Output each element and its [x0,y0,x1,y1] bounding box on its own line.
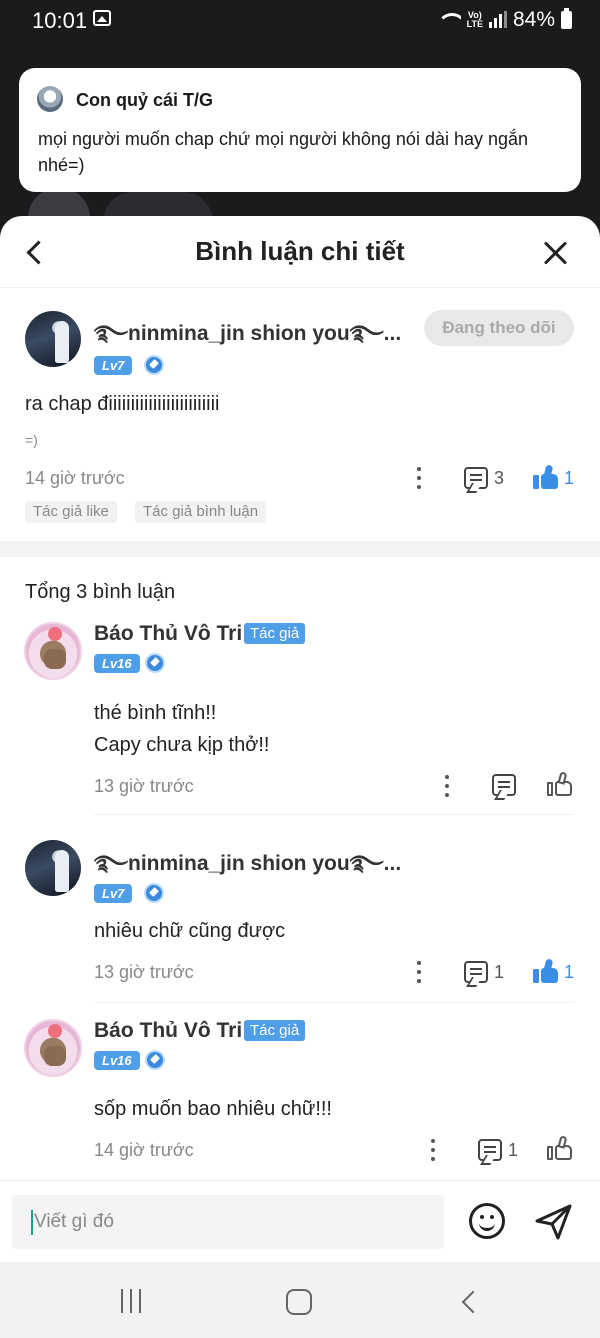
notification-title: Con quỷ cái T/G [76,90,214,110]
like-count: 1 [564,962,575,982]
level-badge: Lv16 [94,654,140,673]
avatar[interactable] [25,311,81,367]
comment-detail-sheet: Bình luận chi tiết ࿐ninmina_jin shion yo… [0,216,600,1262]
replies-header: Tổng 3 bình luận [25,581,176,603]
status-bar: 10:01 Vo) LTE 84% [0,0,600,40]
section-divider [0,541,600,557]
reply-separator [94,1002,574,1003]
author-badge: Tác giả [244,1020,306,1041]
heads-up-notification[interactable]: Con quỷ cái T/G mọi người muốn chap chứ … [19,68,581,192]
like-icon[interactable] [533,464,559,489]
reply-icon[interactable] [464,467,488,489]
more-options-icon[interactable] [416,466,422,490]
username[interactable]: Báo Thủ Vô Tri [94,1019,242,1043]
reply-text: sốp muốn bao nhiêu chữ!!! [94,1098,332,1120]
input-placeholder: Viết gì đó [34,1211,114,1232]
avatar[interactable] [24,1019,82,1077]
username[interactable]: ࿐ninmina_jin shion you࿐... [94,310,401,369]
status-indicators: Vo) LTE 84% [436,8,572,32]
status-time: 10:01 [32,8,88,33]
level-badge: Lv7 [94,884,133,903]
verified-icon [144,883,164,903]
level-badge: Lv7 [94,356,133,375]
comment-text: ra chap điiiiiiiiiiiiiiiiiiiiiiiii [25,393,220,415]
reply-icon[interactable] [478,1139,502,1161]
reply-icon[interactable] [464,961,488,983]
battery-icon [561,8,572,29]
reply-time: 14 giờ trước [94,1140,194,1160]
more-options-icon[interactable] [444,774,450,798]
close-button[interactable] [540,238,570,268]
background-avatar [28,188,90,218]
like-icon[interactable] [533,958,559,983]
text-cursor [31,1210,33,1235]
reply-separator [94,814,574,815]
username[interactable]: ࿐ninmina_jin shion you࿐... [94,840,401,899]
recent-apps-icon[interactable] [118,1289,144,1313]
system-navigation-bar [0,1262,600,1338]
volte-indicator: Vo) LTE [466,10,483,29]
comment-input-bar: Viết gì đó [0,1180,600,1262]
level-badge: Lv16 [94,1051,140,1070]
emoji-icon[interactable] [469,1203,505,1239]
comment-time: 14 giờ trước [25,468,125,488]
reply-text: nhiêu chữ cũng được [94,920,286,942]
like-count: 1 [564,468,575,488]
reply-text: thé bình tĩnh!! [94,702,217,724]
wifi-icon [436,11,461,29]
notification-avatar [37,86,63,112]
verified-icon [145,1050,165,1070]
more-options-icon[interactable] [430,1138,436,1162]
author-commented-tag: Tác giả bình luận [135,501,267,523]
signal-icon [488,11,507,28]
following-button[interactable]: Đang theo dõi [424,310,574,346]
reply-icon[interactable] [492,774,516,796]
verified-icon [145,653,165,673]
comment-input[interactable]: Viết gì đó [12,1195,444,1249]
notification-text: mọi người muốn chap chứ mọi người không … [38,129,529,175]
send-icon[interactable] [534,1203,574,1241]
avatar[interactable] [24,622,82,680]
reply-time: 13 giờ trước [94,776,194,796]
like-icon[interactable] [547,771,573,796]
username[interactable]: Báo Thủ Vô Tri [94,622,242,646]
author-badge: Tác giả [244,623,306,644]
reply-time: 13 giờ trước [94,962,194,982]
like-icon[interactable] [547,1135,573,1160]
comment-subtext: =) [25,432,38,448]
home-icon[interactable] [286,1289,312,1315]
sheet-header: Bình luận chi tiết [0,216,600,288]
sheet-title: Bình luận chi tiết [195,236,405,266]
verified-icon [144,355,164,375]
reply-text: Capy chưa kịp thở!! [94,734,270,756]
reply-count: 1 [494,962,505,982]
reply-count: 3 [494,468,505,488]
author-liked-tag: Tác giả like [25,501,117,523]
reply-count: 1 [508,1140,519,1160]
avatar[interactable] [25,840,81,896]
more-options-icon[interactable] [416,960,422,984]
back-nav-icon[interactable] [458,1290,478,1314]
battery-percent: 84% [512,8,555,31]
gallery-notification-icon [93,10,111,26]
